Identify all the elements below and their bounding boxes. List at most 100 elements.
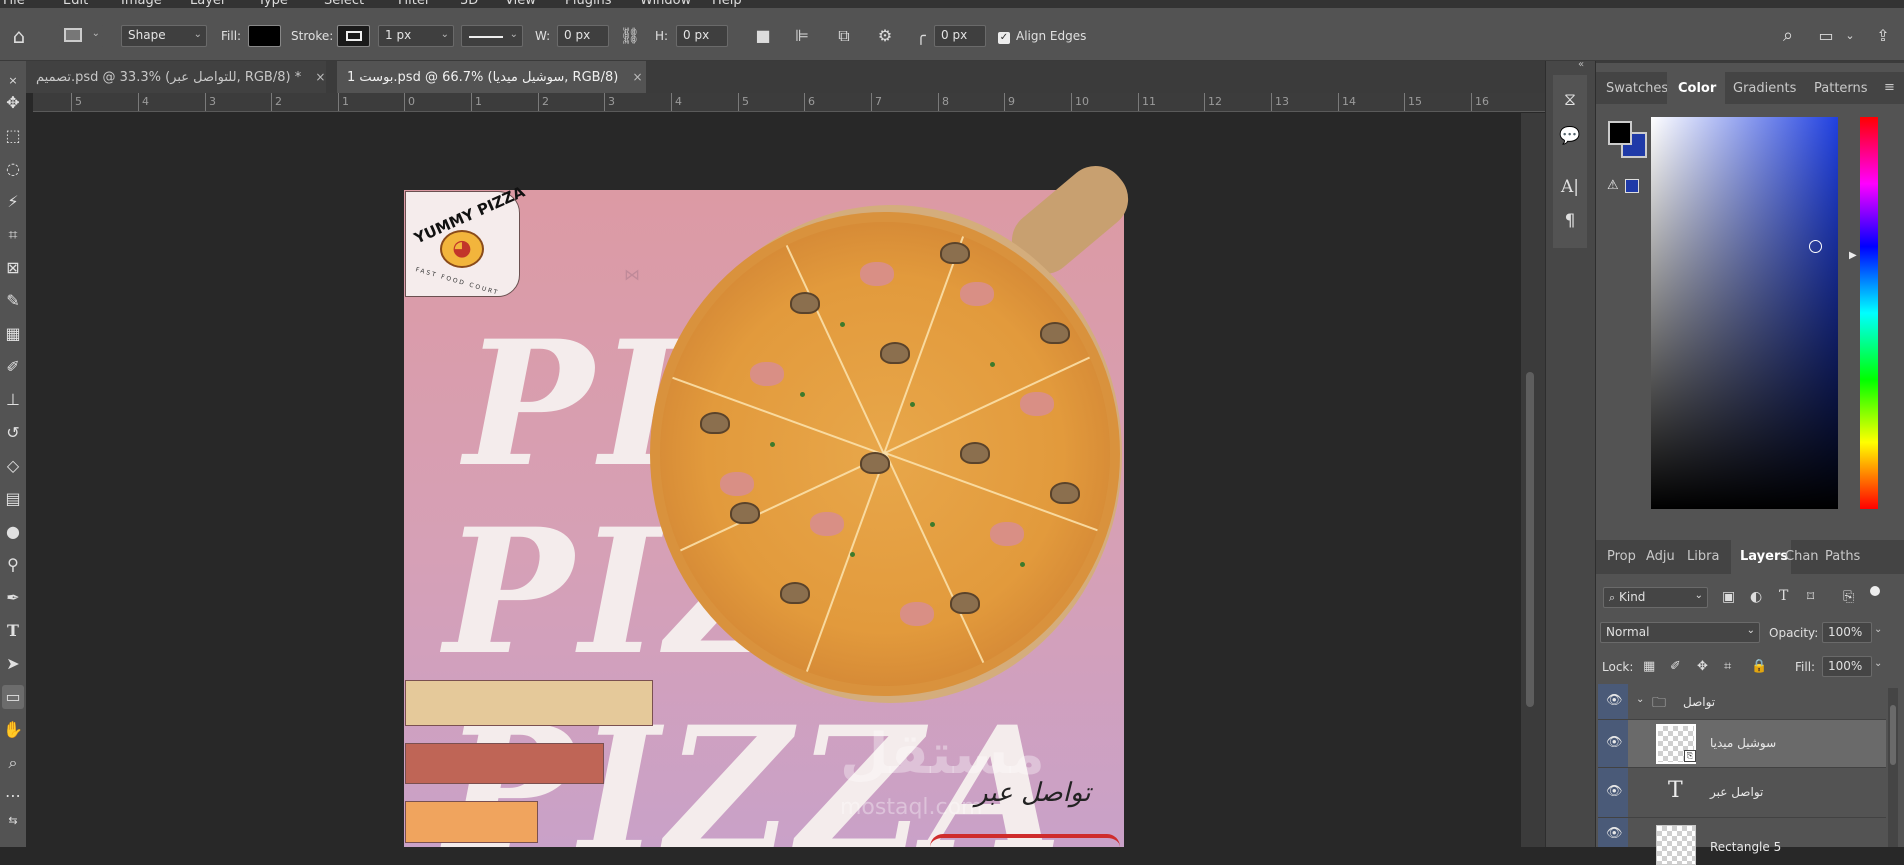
hand-tool-icon[interactable]: ✋ <box>2 718 24 742</box>
collapse-dock-icon[interactable]: « <box>1578 59 1584 70</box>
layer-row-shape[interactable]: 👁 Rectangle 5 <box>1598 818 1886 865</box>
tab-gradients[interactable]: Gradients <box>1733 81 1796 96</box>
home-icon[interactable]: ⌂ <box>6 25 32 47</box>
eye-icon[interactable]: 👁 <box>1606 735 1623 750</box>
menu-file[interactable]: File <box>3 0 25 8</box>
gear-icon[interactable]: ⚙ <box>874 25 896 47</box>
filter-toggle-icon[interactable] <box>1870 586 1880 596</box>
shape-mode-select[interactable]: Shape ⌄ <box>121 25 207 47</box>
lock-position-icon[interactable]: ✥ <box>1697 659 1708 674</box>
share-icon[interactable]: ⇪ <box>1870 25 1896 47</box>
eyedropper-icon[interactable]: ✎ <box>2 289 24 313</box>
eye-icon[interactable]: 👁 <box>1606 826 1623 841</box>
eye-icon[interactable]: 👁 <box>1606 784 1623 799</box>
link-icon[interactable]: ⛓ <box>619 25 641 47</box>
height-field[interactable]: 0 px <box>676 25 728 47</box>
tab-patterns[interactable]: Patterns <box>1814 81 1868 96</box>
adjustment-filter-icon[interactable]: ◐ <box>1750 589 1762 605</box>
panel-menu-icon[interactable]: ≡ <box>1884 80 1895 95</box>
menu-image[interactable]: Image <box>121 0 162 8</box>
gradient-tool-icon[interactable]: ▤ <box>2 487 24 511</box>
more-tools-icon[interactable]: ⋯ <box>2 784 24 808</box>
lock-all-icon[interactable]: 🔒 <box>1751 659 1767 674</box>
rectangle-tool-icon[interactable]: ▭ <box>2 685 24 709</box>
layer-filter-kind[interactable]: ⌕ Kind ⌄ <box>1603 587 1708 608</box>
type-tool-icon[interactable]: T <box>2 619 24 643</box>
align-edges-checkbox[interactable]: ✓ <box>998 32 1010 44</box>
document-tab-inactive[interactable]: تصميم.psd @ 33.3% (للتواصل عبر, RGB/8) *… <box>26 61 326 93</box>
history-icon[interactable]: ⧖ <box>1557 87 1583 113</box>
type-filter-icon[interactable]: T <box>1779 588 1788 604</box>
zoom-tool-icon[interactable]: ⌕ <box>2 751 24 775</box>
tab-layers[interactable]: Layers <box>1740 549 1788 564</box>
swap-colors-icon[interactable]: ⇆ <box>2 809 24 833</box>
character-icon[interactable]: A| <box>1557 174 1583 200</box>
menu-help[interactable]: Help <box>712 0 742 8</box>
menu-view[interactable]: View <box>505 0 536 8</box>
smart-object-filter-icon[interactable]: ⎘ <box>1843 589 1854 605</box>
frame-tool-icon[interactable]: ⊠ <box>2 256 24 280</box>
marquee-tool-icon[interactable]: ⬚ <box>2 124 24 148</box>
pixel-filter-icon[interactable]: ▣ <box>1722 589 1735 605</box>
menu-edit[interactable]: Edit <box>63 0 88 8</box>
search-icon[interactable]: ⌕ <box>1776 25 1800 47</box>
fill-field[interactable]: 100% <box>1822 656 1872 677</box>
layer-row-text[interactable]: 👁 T تواصل عبر <box>1598 768 1886 818</box>
stroke-type-select[interactable]: ⌄ <box>461 25 523 47</box>
corner-radius-field[interactable]: 0 px <box>934 25 986 47</box>
path-arrangement-icon[interactable]: ⧉ <box>832 25 856 47</box>
dodge-tool-icon[interactable]: ⚲ <box>2 553 24 577</box>
eye-icon[interactable]: 👁 <box>1606 693 1623 708</box>
crop-tool-icon[interactable]: ⌗ <box>2 223 24 247</box>
layer-row-group[interactable]: 👁 ⌄ 🗀 تواصل <box>1598 684 1886 720</box>
lock-artboard-icon[interactable]: ⌗ <box>1724 659 1731 674</box>
path-alignment-icon[interactable]: ⊫ <box>791 25 813 47</box>
tab-properties[interactable]: Prop <box>1607 549 1636 564</box>
tab-paths[interactable]: Paths <box>1825 549 1860 564</box>
paragraph-icon[interactable]: ¶ <box>1557 208 1583 234</box>
close-icon[interactable]: × <box>2 69 24 93</box>
color-picker-field[interactable] <box>1651 117 1838 509</box>
stroke-width-field[interactable]: 1 px ⌄ <box>378 25 454 47</box>
menu-window[interactable]: Window <box>640 0 691 8</box>
blend-mode-select[interactable]: Normal ⌄ <box>1600 622 1760 643</box>
layers-scrollbar-thumb[interactable] <box>1890 705 1896 765</box>
width-field[interactable]: 0 px <box>557 25 609 47</box>
chevron-down-icon[interactable]: ⌄ <box>1842 25 1858 47</box>
foreground-color-swatch[interactable] <box>1608 121 1632 145</box>
layer-thumbnail[interactable] <box>1656 825 1696 865</box>
brush-tool-icon[interactable]: ✐ <box>2 355 24 379</box>
menu-plugins[interactable]: Plugins <box>565 0 612 8</box>
chevron-down-icon[interactable]: ⌄ <box>1874 658 1882 669</box>
tab-channels[interactable]: Chan <box>1785 549 1819 564</box>
color-picker-cursor[interactable] <box>1809 240 1822 253</box>
healing-brush-icon[interactable]: ▦ <box>2 322 24 346</box>
menu-layer[interactable]: Layer <box>190 0 226 8</box>
tab-libraries[interactable]: Libra <box>1687 549 1719 564</box>
stamp-tool-icon[interactable]: ⊥ <box>2 388 24 412</box>
opacity-field[interactable]: 100% <box>1822 622 1872 643</box>
lasso-tool-icon[interactable]: ◌ <box>2 157 24 181</box>
fill-swatch[interactable] <box>248 25 281 47</box>
tab-swatches[interactable]: Swatches <box>1606 81 1668 96</box>
comments-icon[interactable]: 💬 <box>1557 123 1583 149</box>
layer-row-smart-object[interactable]: 👁 ⎘ سوشيل ميديا <box>1598 720 1886 768</box>
history-brush-icon[interactable]: ↺ <box>2 421 24 445</box>
shape-filter-icon[interactable]: ⌑ <box>1807 589 1814 605</box>
move-tool-icon[interactable]: ✥ <box>2 91 24 115</box>
close-icon[interactable]: × <box>315 70 325 84</box>
shape-preset-picker[interactable]: ⌄ <box>58 25 104 47</box>
gamut-color-swatch[interactable] <box>1625 179 1639 193</box>
menu-3d[interactable]: 3D <box>460 0 478 8</box>
hue-slider[interactable] <box>1860 117 1878 509</box>
tab-adjustments[interactable]: Adju <box>1646 549 1675 564</box>
lock-transparent-icon[interactable]: ▦ <box>1643 659 1655 674</box>
menu-select[interactable]: Select <box>324 0 364 8</box>
chevron-down-icon[interactable]: ⌄ <box>1636 694 1644 705</box>
menu-type[interactable]: Type <box>258 0 288 8</box>
tab-color[interactable]: Color <box>1678 81 1716 96</box>
stroke-swatch[interactable] <box>337 25 370 47</box>
path-operations-icon[interactable]: ■ <box>752 25 774 47</box>
workspace-icon[interactable]: ▭ <box>1812 25 1840 47</box>
eraser-icon[interactable]: ◇ <box>2 454 24 478</box>
